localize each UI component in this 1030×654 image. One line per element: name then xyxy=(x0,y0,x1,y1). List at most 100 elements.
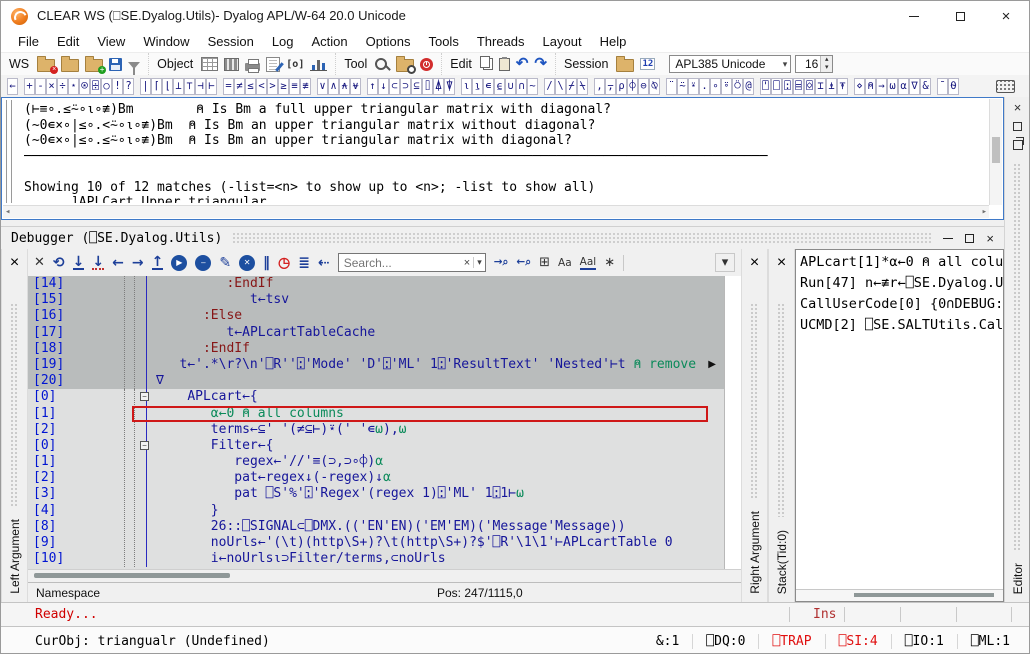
apl-key[interactable]: ⌷ xyxy=(422,78,433,95)
menu-file[interactable]: File xyxy=(9,34,48,49)
stack-frame[interactable]: APLcart[1]*⍺←0 ⍝ all column xyxy=(800,252,1003,273)
apl-key[interactable]: ⍺ xyxy=(898,78,909,95)
maximize-icon[interactable] xyxy=(965,234,974,243)
save-ws-icon[interactable] xyxy=(109,58,122,71)
code-line[interactable]: [19]t←'.*\r?\n'⎕R''⍠'Mode' 'D'⍠'ML' 1⍠'R… xyxy=(28,357,724,373)
code-line[interactable]: [0]−APLcart←{ xyxy=(28,389,724,405)
clear-ws-icon[interactable] xyxy=(37,59,55,72)
menu-options[interactable]: Options xyxy=(357,34,420,49)
apl-key[interactable]: ⊢ xyxy=(206,78,217,95)
apl-key[interactable]: ○ xyxy=(101,78,112,95)
maximize-button[interactable] xyxy=(937,1,983,31)
apl-key[interactable]: ∊ xyxy=(483,78,494,95)
apl-key[interactable]: ⋆ xyxy=(68,78,79,95)
menu-help[interactable]: Help xyxy=(591,34,636,49)
apl-key[interactable]: ¯ xyxy=(937,78,948,95)
apl-key[interactable]: ∨ xyxy=(317,78,328,95)
debugger-titlebar[interactable]: Debugger (⎕SE.Dyalog.Utils) × xyxy=(1,227,1004,249)
menu-edit[interactable]: Edit xyxy=(48,34,88,49)
paste-icon[interactable] xyxy=(499,58,510,71)
code-line[interactable]: [15]t←tsv xyxy=(28,292,724,308)
left-argument-strip[interactable]: × Left Argument xyxy=(1,249,28,602)
apl-key[interactable]: ⊃ xyxy=(400,78,411,95)
session-window[interactable]: (⊢≡∘.≤⍨∘⍳∘≢)Bm ⍝ Is Bm a full upper tria… xyxy=(1,97,1004,220)
stack-frame[interactable]: CallUserCode[0] {0∩DEBUG::T xyxy=(800,294,1003,315)
undo-icon[interactable]: ↶ xyxy=(516,57,529,71)
grid-icon[interactable] xyxy=(201,57,218,71)
minimize-icon[interactable] xyxy=(943,238,953,239)
scroll-right-icon[interactable]: ▸ xyxy=(982,207,987,217)
search-icon[interactable] xyxy=(375,58,387,70)
apl-key[interactable]: @ xyxy=(743,78,754,95)
apl-key[interactable]: ⌽ xyxy=(627,78,638,95)
stack-strip[interactable]: × Stack(Tid:0) xyxy=(768,249,795,602)
float-icon[interactable] xyxy=(1013,140,1023,150)
menu-log[interactable]: Log xyxy=(263,34,303,49)
hscroll-thumb[interactable] xyxy=(854,593,994,597)
right-argument-strip[interactable]: × Right Argument xyxy=(741,249,768,602)
code-line[interactable]: [2]terms←⊆' '(≠⊆⊢)⍣(' '∊⍵),⍵ xyxy=(28,422,724,438)
step-over-icon[interactable]: ↓ xyxy=(92,256,104,270)
session-hscrollbar[interactable]: ◂ ▸ xyxy=(3,205,989,218)
apl-key[interactable]: × xyxy=(46,78,57,95)
apl-key[interactable]: ⊥ xyxy=(173,78,184,95)
copy-ws-icon[interactable] xyxy=(85,59,103,72)
apl-key[interactable]: = xyxy=(223,78,234,95)
apl-key[interactable]: ⌈ xyxy=(151,78,162,95)
apl-key[interactable]: , xyxy=(594,78,605,95)
code-line[interactable]: [3]pat ⎕S'%'⍠'Regex'(regex 1)⍠'ML' 1⍠1⊢⍵ xyxy=(28,486,724,502)
search-clear-icon[interactable]: × xyxy=(464,257,470,269)
menu-action[interactable]: Action xyxy=(303,34,357,49)
apl-key[interactable]: ← xyxy=(7,78,18,95)
apl-key[interactable]: ⍬ xyxy=(948,78,959,95)
apl-key[interactable]: ⌹ xyxy=(90,78,101,95)
session-folder-icon[interactable] xyxy=(616,59,634,72)
apl-key[interactable]: ↓ xyxy=(378,78,389,95)
apl-key[interactable]: ∩ xyxy=(516,78,527,95)
continue-threads-icon[interactable]: – xyxy=(195,255,211,271)
explorer-icon[interactable] xyxy=(224,58,239,71)
apl-key[interactable]: - xyxy=(35,78,46,95)
apl-key[interactable]: ∇ xyxy=(909,78,920,95)
apl-key[interactable]: ⍒ xyxy=(444,78,455,95)
spin-down-icon[interactable]: ▾ xyxy=(821,64,832,72)
apl-key[interactable]: ⍳ xyxy=(461,78,472,95)
hscroll-thumb[interactable] xyxy=(34,573,230,578)
apl-key[interactable]: ÷ xyxy=(57,78,68,95)
apl-key[interactable]: ⍵ xyxy=(887,78,898,95)
scroll-left-icon[interactable]: ◂ xyxy=(5,207,10,217)
back-icon[interactable]: ← xyxy=(112,255,124,271)
apl-key[interactable]: ? xyxy=(123,78,134,95)
close-icon[interactable]: × xyxy=(777,254,786,272)
code-line[interactable]: [14]:EndIf xyxy=(28,276,724,292)
restart-icon[interactable]: ⟲ xyxy=(53,255,65,271)
stack-panel[interactable]: APLcart[1]*⍺←0 ⍝ all columnRun[47] n←≢r←… xyxy=(795,249,1004,602)
apl-key[interactable]: ⍨ xyxy=(677,78,688,95)
apl-key[interactable]: ≥ xyxy=(278,78,289,95)
apl-key[interactable]: ≢ xyxy=(300,78,311,95)
apl-key[interactable]: ⊂ xyxy=(389,78,400,95)
copy-icon[interactable] xyxy=(483,58,493,70)
close-icon[interactable]: × xyxy=(750,254,759,272)
expand-icon[interactable]: ⊞ xyxy=(539,255,550,270)
code-line[interactable]: [18]:EndIf xyxy=(28,341,724,357)
apl-key[interactable]: ⍋ xyxy=(433,78,444,95)
code-line[interactable]: [4]} xyxy=(28,503,724,519)
menu-window[interactable]: Window xyxy=(134,34,198,49)
stop-timer-icon[interactable]: ◷ xyxy=(278,254,290,271)
apl-key[interactable]: ∪ xyxy=(505,78,516,95)
apl-key[interactable]: / xyxy=(544,78,555,95)
apl-key[interactable]: ~ xyxy=(527,78,538,95)
apl-key[interactable]: ⍷ xyxy=(494,78,505,95)
regex-icon[interactable]: ∗ xyxy=(604,255,615,270)
apl-key[interactable]: ⍤ xyxy=(721,78,732,95)
apl-key[interactable]: ¨ xyxy=(666,78,677,95)
apl-key[interactable]: & xyxy=(920,78,931,95)
code-line[interactable]: [0]−Filter←{ xyxy=(28,438,724,454)
match-case-icon[interactable]: Aa xyxy=(558,257,572,269)
apl-key[interactable]: ⊖ xyxy=(638,78,649,95)
code-hscrollbar[interactable] xyxy=(28,569,741,582)
drag-handle[interactable] xyxy=(777,303,786,517)
match-word-icon[interactable]: Aal xyxy=(580,256,597,270)
apl-key[interactable]: ⊣ xyxy=(195,78,206,95)
